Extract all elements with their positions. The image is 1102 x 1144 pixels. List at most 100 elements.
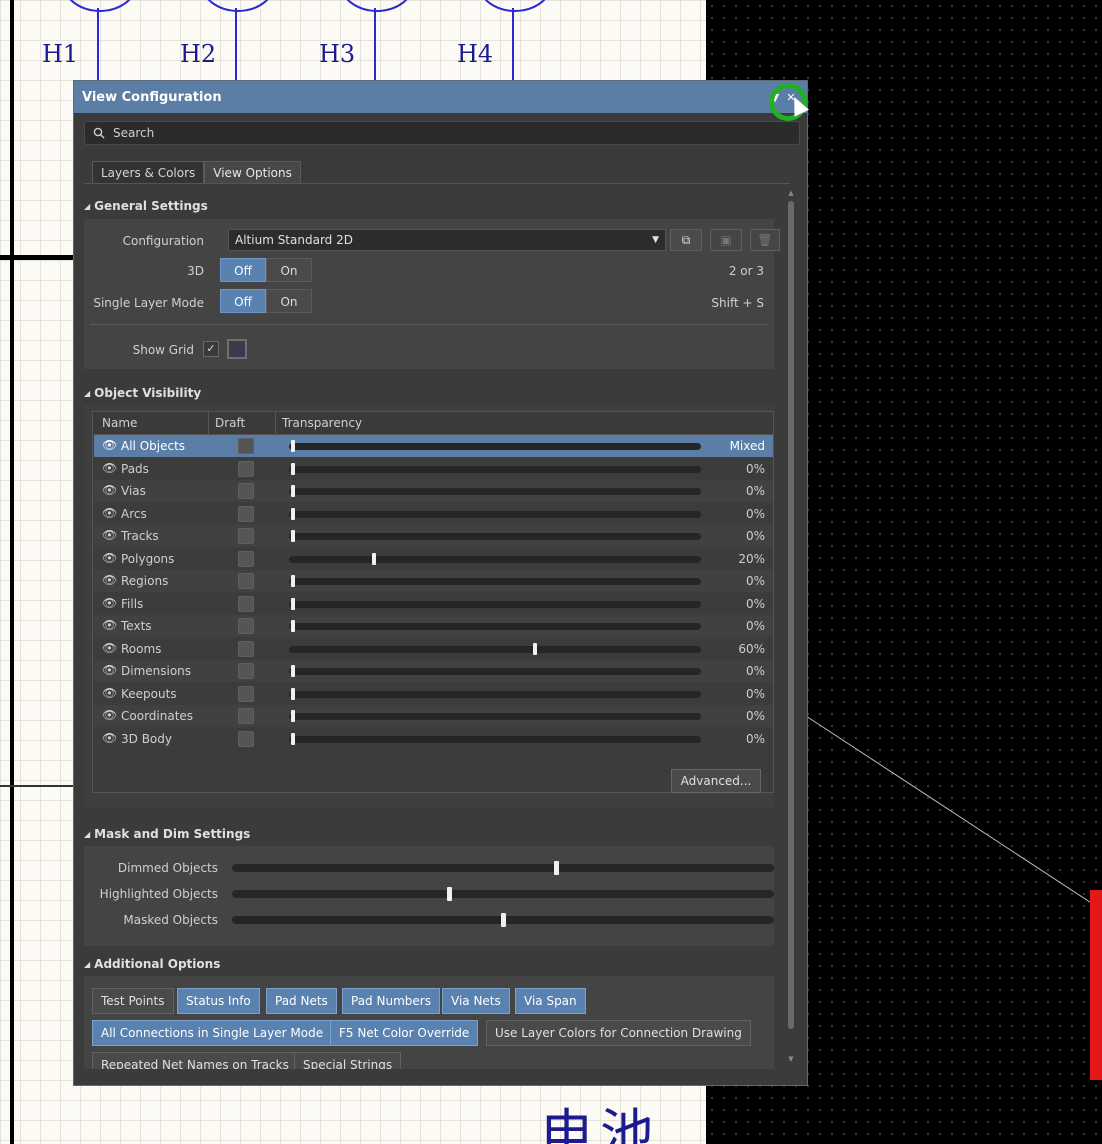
table-row[interactable]: 👁 Rooms 60% bbox=[94, 638, 773, 660]
transparency-slider[interactable] bbox=[289, 575, 701, 587]
object-visibility-header[interactable]: ◢ Object Visibility bbox=[84, 386, 201, 400]
delete-configuration-button[interactable]: 🗑 bbox=[750, 229, 780, 251]
draft-checkbox[interactable] bbox=[238, 640, 254, 657]
transparency-slider[interactable] bbox=[289, 485, 701, 497]
transparency-slider[interactable] bbox=[289, 665, 701, 677]
visibility-eye-icon[interactable]: 👁 bbox=[102, 663, 117, 677]
slider-thumb[interactable] bbox=[533, 642, 538, 655]
visibility-eye-icon[interactable]: 👁 bbox=[102, 731, 117, 745]
visibility-eye-icon[interactable]: 👁 bbox=[102, 686, 117, 700]
single-layer-on-button[interactable]: On bbox=[266, 289, 312, 313]
grid-color-swatch[interactable] bbox=[227, 339, 247, 359]
tab-view-options[interactable]: View Options bbox=[204, 161, 301, 184]
slider-thumb[interactable] bbox=[291, 462, 295, 475]
table-row[interactable]: 👁 Arcs 0% bbox=[94, 503, 773, 525]
visibility-eye-icon[interactable]: 👁 bbox=[102, 528, 117, 542]
search-box[interactable] bbox=[84, 121, 800, 145]
draft-checkbox[interactable] bbox=[238, 663, 254, 679]
transparency-slider[interactable] bbox=[289, 710, 701, 722]
transparency-slider[interactable] bbox=[289, 530, 701, 542]
visibility-eye-icon[interactable]: 👁 bbox=[102, 551, 117, 565]
masked-objects-slider[interactable] bbox=[232, 913, 774, 927]
scroll-down-icon[interactable]: ▼ bbox=[786, 1055, 796, 1063]
draft-checkbox[interactable] bbox=[238, 550, 254, 567]
slider-thumb[interactable] bbox=[291, 710, 295, 722]
scrollbar-thumb[interactable] bbox=[788, 201, 794, 1029]
draft-checkbox[interactable] bbox=[238, 460, 254, 477]
table-row[interactable]: 👁 All Objects Mixed bbox=[94, 435, 773, 457]
option-via-nets[interactable]: Via Nets bbox=[442, 988, 510, 1014]
option-pad-numbers[interactable]: Pad Numbers bbox=[342, 988, 440, 1014]
option-test-points[interactable]: Test Points bbox=[92, 988, 174, 1014]
option-pad-nets[interactable]: Pad Nets bbox=[266, 988, 337, 1014]
visibility-eye-icon[interactable]: 👁 bbox=[102, 461, 117, 475]
table-row[interactable]: 👁 Polygons 20% bbox=[94, 548, 773, 570]
highlighted-objects-slider[interactable] bbox=[232, 887, 774, 901]
draft-checkbox[interactable] bbox=[238, 528, 254, 544]
slider-thumb[interactable] bbox=[291, 665, 295, 677]
slider-thumb[interactable] bbox=[291, 485, 295, 497]
column-header-draft[interactable]: Draft bbox=[215, 416, 245, 430]
add-configuration-button[interactable]: ⧉ bbox=[670, 229, 702, 251]
slider-thumb[interactable] bbox=[291, 732, 295, 745]
slider-thumb[interactable] bbox=[291, 687, 295, 700]
visibility-eye-icon[interactable]: 👁 bbox=[102, 483, 117, 497]
draft-checkbox[interactable] bbox=[238, 685, 254, 702]
table-row[interactable]: 👁 Tracks 0% bbox=[94, 525, 773, 547]
additional-options-header[interactable]: ◢ Additional Options bbox=[84, 957, 220, 971]
visibility-eye-icon[interactable]: 👁 bbox=[102, 618, 117, 632]
table-row[interactable]: 👁 Coordinates 0% bbox=[94, 705, 773, 727]
slider-thumb[interactable] bbox=[446, 887, 452, 901]
vertical-scrollbar[interactable]: ▲ ▼ bbox=[786, 189, 796, 1069]
general-settings-header[interactable]: ◢ General Settings bbox=[84, 199, 208, 213]
draft-checkbox[interactable] bbox=[238, 438, 254, 454]
show-grid-checkbox[interactable]: ✓ bbox=[203, 341, 219, 357]
slider-thumb[interactable] bbox=[291, 620, 295, 632]
option-repeated-net-names[interactable]: Repeated Net Names on Tracks bbox=[92, 1052, 298, 1069]
option-all-connections-single-layer[interactable]: All Connections in Single Layer Mode bbox=[92, 1020, 333, 1046]
option-special-strings[interactable]: Special Strings bbox=[294, 1052, 402, 1069]
search-input[interactable] bbox=[111, 125, 799, 141]
transparency-slider[interactable] bbox=[289, 620, 701, 632]
save-configuration-button[interactable]: ▣ bbox=[710, 229, 742, 251]
option-layer-colors-connection[interactable]: Use Layer Colors for Connection Drawing bbox=[486, 1020, 751, 1046]
slider-thumb[interactable] bbox=[291, 530, 295, 542]
table-row[interactable]: 👁 Dimensions 0% bbox=[94, 660, 773, 682]
column-header-transparency[interactable]: Transparency bbox=[282, 416, 362, 430]
transparency-slider[interactable] bbox=[289, 462, 701, 475]
slider-thumb[interactable] bbox=[371, 552, 376, 565]
visibility-eye-icon[interactable]: 👁 bbox=[102, 641, 117, 655]
transparency-slider[interactable] bbox=[289, 642, 701, 655]
dimmed-objects-slider[interactable] bbox=[232, 861, 774, 875]
table-row[interactable]: 👁 Fills 0% bbox=[94, 593, 773, 615]
transparency-slider[interactable] bbox=[289, 687, 701, 700]
tab-layers-colors[interactable]: Layers & Colors bbox=[92, 161, 205, 184]
option-status-info[interactable]: Status Info bbox=[177, 988, 260, 1014]
visibility-eye-icon[interactable]: 👁 bbox=[102, 438, 117, 452]
slider-thumb[interactable] bbox=[291, 440, 295, 452]
option-via-span[interactable]: Via Span bbox=[515, 988, 586, 1014]
column-header-name[interactable]: Name bbox=[102, 416, 137, 430]
table-row[interactable]: 👁 3D Body 0% bbox=[94, 728, 773, 750]
slider-thumb[interactable] bbox=[291, 507, 295, 520]
visibility-eye-icon[interactable]: 👁 bbox=[102, 596, 117, 610]
option-net-color-override[interactable]: F5 Net Color Override bbox=[330, 1020, 479, 1046]
draft-checkbox[interactable] bbox=[238, 483, 254, 499]
visibility-eye-icon[interactable]: 👁 bbox=[102, 708, 117, 722]
draft-checkbox[interactable] bbox=[238, 708, 254, 724]
slider-thumb[interactable] bbox=[291, 575, 295, 587]
mask-dim-header[interactable]: ◢ Mask and Dim Settings bbox=[84, 827, 250, 841]
draft-checkbox[interactable] bbox=[238, 573, 254, 589]
3d-on-button[interactable]: On bbox=[266, 258, 312, 282]
draft-checkbox[interactable] bbox=[238, 730, 254, 747]
draft-checkbox[interactable] bbox=[238, 595, 254, 612]
advanced-button[interactable]: Advanced... bbox=[671, 769, 761, 793]
draft-checkbox[interactable] bbox=[238, 618, 254, 634]
table-row[interactable]: 👁 Keepouts 0% bbox=[94, 683, 773, 705]
configuration-dropdown[interactable]: Altium Standard 2D ▼ bbox=[228, 229, 666, 251]
transparency-slider[interactable] bbox=[289, 507, 701, 520]
slider-thumb[interactable] bbox=[500, 913, 506, 927]
transparency-slider[interactable] bbox=[289, 552, 701, 565]
table-row[interactable]: 👁 Vias 0% bbox=[94, 480, 773, 502]
table-row[interactable]: 👁 Pads 0% bbox=[94, 458, 773, 480]
